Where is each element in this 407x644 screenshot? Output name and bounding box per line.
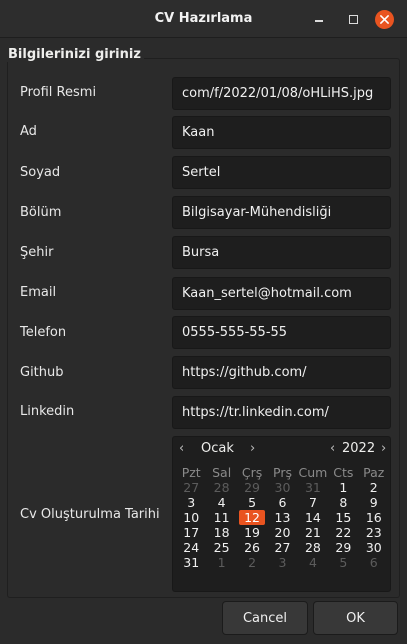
calendar-day[interactable]: 2 [359, 480, 389, 495]
calendar-day[interactable]: 27 [267, 540, 297, 555]
calendar-day[interactable]: 15 [328, 510, 358, 525]
calendar-day[interactable]: 22 [328, 525, 358, 540]
last-name-input[interactable]: Sertel [172, 156, 391, 189]
calendar-day[interactable]: 3 [176, 495, 206, 510]
department-label: Bölüm [20, 205, 62, 220]
calendar-day[interactable]: 4 [206, 495, 236, 510]
calendar-day[interactable]: 1 [328, 480, 358, 495]
calendar-day[interactable]: 26 [237, 540, 267, 555]
calendar-day-other-month[interactable]: 30 [267, 480, 297, 495]
calendar-day[interactable]: 6 [267, 495, 297, 510]
calendar-header: ‹ Ocak › ‹ 2022 › [173, 441, 392, 459]
github-label: Github [20, 365, 64, 380]
weekday-header: Çrş [241, 465, 263, 480]
calendar-month: Ocak [201, 441, 234, 456]
cancel-button[interactable]: Cancel [222, 601, 308, 635]
calendar-day-other-month[interactable]: 29 [237, 480, 267, 495]
prev-year-icon[interactable]: ‹ [330, 441, 335, 456]
maximize-button[interactable] [344, 10, 362, 28]
calendar-day-other-month[interactable]: 31 [298, 480, 328, 495]
weekday-header: Sal [212, 465, 232, 480]
calendar-day[interactable]: 13 [267, 510, 297, 525]
next-year-icon[interactable]: › [381, 441, 386, 456]
department-input[interactable]: Bilgisayar-Mühendisliği [172, 196, 391, 229]
calendar-year: 2022 [342, 441, 376, 456]
calendar-day[interactable]: 19 [237, 525, 267, 540]
calendar-day[interactable]: 16 [359, 510, 389, 525]
calendar-day[interactable]: 17 [176, 525, 206, 540]
github-input[interactable]: https://github.com/ [172, 356, 391, 389]
calendar-day[interactable]: 12 [238, 510, 266, 525]
calendar-day[interactable]: 23 [359, 525, 389, 540]
minimize-icon [315, 20, 323, 22]
calendar-day[interactable]: 8 [328, 495, 358, 510]
maximize-icon [348, 14, 358, 24]
calendar-day-other-month[interactable]: 27 [176, 480, 206, 495]
profile-photo-label: Profil Resmi [20, 85, 97, 100]
weekday-header: Pzt [181, 465, 201, 480]
calendar-day-other-month[interactable]: 1 [206, 555, 236, 570]
next-month-icon[interactable]: › [250, 441, 255, 456]
close-icon [380, 15, 389, 24]
calendar-grid: Pzt Sal Çrş Prş Cum Cts Paz 27 28 29 30 31 1 2 3 4 5 6 7 8 9… [176, 465, 389, 570]
title-bar: CV Hazırlama [0, 0, 407, 38]
city-input[interactable]: Bursa [172, 236, 391, 269]
linkedin-label: Linkedin [20, 404, 75, 419]
phone-label: Telefon [20, 325, 67, 340]
calendar-day[interactable]: 29 [328, 540, 358, 555]
weekday-header: Paz [363, 465, 385, 480]
first-name-label: Ad [20, 124, 37, 139]
minimize-button[interactable] [310, 10, 328, 28]
calendar-day[interactable]: 14 [298, 510, 328, 525]
calendar-day[interactable]: 28 [298, 540, 328, 555]
weekday-header: Cum [298, 465, 328, 480]
profile-photo-input[interactable]: com/f/2022/01/08/oHLiHS.jpg [172, 77, 391, 110]
city-label: Şehir [20, 245, 54, 260]
form-group-label: Bilgilerinizi giriniz [5, 47, 144, 62]
first-name-input[interactable]: Kaan [172, 116, 391, 149]
calendar-day[interactable]: 30 [359, 540, 389, 555]
calendar-day[interactable]: 31 [176, 555, 206, 570]
email-input[interactable]: Kaan_sertel@hotmail.com [172, 277, 391, 310]
email-label: Email [20, 285, 57, 300]
calendar-day[interactable]: 5 [237, 495, 267, 510]
calendar-day[interactable]: 10 [176, 510, 206, 525]
calendar-day-other-month[interactable]: 4 [298, 555, 328, 570]
calendar-day[interactable]: 18 [206, 525, 236, 540]
weekday-header: Cts [333, 465, 354, 480]
calendar-day[interactable]: 7 [298, 495, 328, 510]
close-button[interactable] [375, 10, 394, 29]
phone-input[interactable]: 0555-555-55-55 [172, 316, 391, 349]
date-calendar[interactable]: ‹ Ocak › ‹ 2022 › Pzt Sal Çrş Prş Cum Cts Paz 2… [172, 436, 391, 592]
calendar-day[interactable]: 11 [206, 510, 236, 525]
calendar-day-other-month[interactable]: 2 [237, 555, 267, 570]
calendar-day[interactable]: 20 [267, 525, 297, 540]
calendar-day[interactable]: 25 [206, 540, 236, 555]
last-name-label: Soyad [20, 165, 61, 180]
calendar-day[interactable]: 9 [359, 495, 389, 510]
calendar-day-other-month[interactable]: 6 [359, 555, 389, 570]
calendar-day[interactable]: 24 [176, 540, 206, 555]
cv-date-label: Cv Oluşturulma Tarihi [20, 507, 160, 522]
calendar-day[interactable]: 21 [298, 525, 328, 540]
ok-button[interactable]: OK [313, 601, 398, 635]
linkedin-input[interactable]: https://tr.linkedin.com/ [172, 396, 391, 429]
weekday-header: Prş [273, 465, 292, 480]
calendar-day-other-month[interactable]: 5 [328, 555, 358, 570]
prev-month-icon[interactable]: ‹ [179, 441, 184, 456]
calendar-day-other-month[interactable]: 3 [267, 555, 297, 570]
calendar-day-other-month[interactable]: 28 [206, 480, 236, 495]
